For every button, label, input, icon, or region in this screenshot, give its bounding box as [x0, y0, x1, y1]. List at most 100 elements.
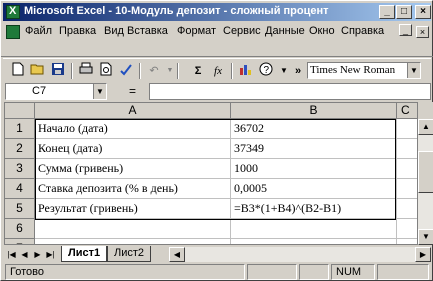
- spelling-icon[interactable]: [117, 62, 135, 80]
- cell-b2[interactable]: 37349: [231, 139, 397, 159]
- toolbar-separator: [1, 56, 433, 57]
- excel-window: Microsoft Excel - 10-Модуль депозит - сл…: [0, 0, 433, 281]
- function-wizard-button[interactable]: fx: [209, 62, 227, 80]
- cell-c2[interactable]: [397, 139, 417, 159]
- first-sheet-icon[interactable]: |◀: [5, 248, 18, 261]
- cell-a4[interactable]: Ставка депозита (% в день): [35, 179, 231, 199]
- column-header-a[interactable]: A: [35, 103, 231, 119]
- row-header[interactable]: 6: [5, 219, 35, 239]
- status-ready: Готово: [5, 264, 245, 280]
- toolbar-divider: [139, 63, 141, 79]
- row-header[interactable]: 4: [5, 179, 35, 199]
- vertical-scrollbar[interactable]: ▲ ▼: [418, 119, 433, 245]
- new-icon[interactable]: [9, 62, 27, 80]
- scroll-left-icon[interactable]: ◀: [169, 247, 185, 262]
- status-empty-2: [299, 264, 329, 280]
- menu-file[interactable]: Файл: [25, 25, 52, 37]
- maximize-button[interactable]: □: [396, 5, 412, 19]
- cell-a6[interactable]: [35, 219, 231, 239]
- formula-equals-button[interactable]: =: [129, 84, 136, 98]
- vertical-split-box[interactable]: [418, 102, 433, 119]
- formula-bar: C7 ▼ =: [3, 83, 431, 100]
- cell-reference: C7: [32, 85, 47, 97]
- sheet-tabs-bar: |◀ ◀ ▶ ▶| Лист1 Лист2 ◀ ▶: [3, 246, 431, 263]
- minimize-button[interactable]: _: [379, 5, 395, 19]
- scroll-thumb[interactable]: [418, 151, 433, 193]
- row-header[interactable]: 3: [5, 159, 35, 179]
- last-sheet-icon[interactable]: ▶|: [44, 248, 57, 261]
- open-icon[interactable]: [29, 62, 47, 80]
- cell-a2[interactable]: Конец (дата): [35, 139, 231, 159]
- print-icon[interactable]: [77, 62, 95, 80]
- menu-insert[interactable]: Вставка: [127, 25, 168, 37]
- row-header[interactable]: 7: [5, 239, 35, 244]
- toolbar-divider: [71, 63, 73, 79]
- status-num: NUM: [331, 264, 375, 280]
- font-name-select[interactable]: Times New Roman ▼: [307, 62, 421, 79]
- workbook-icon[interactable]: [6, 25, 20, 39]
- standard-toolbar: ↶ ▼ Σ fx ? ▼ » Times New Roman ▼: [3, 58, 431, 82]
- status-bar: Готово NUM: [3, 264, 431, 280]
- row-header[interactable]: 2: [5, 139, 35, 159]
- help-icon[interactable]: ?: [257, 62, 275, 80]
- cell-b7[interactable]: [231, 239, 397, 244]
- chart-wizard-icon[interactable]: [237, 62, 255, 80]
- menu-edit[interactable]: Правка: [59, 25, 96, 37]
- cell-c4[interactable]: [397, 179, 417, 199]
- menu-format[interactable]: Формат: [177, 25, 216, 37]
- sheet-tab-1[interactable]: Лист1: [61, 246, 108, 262]
- cell-c1[interactable]: [397, 119, 417, 139]
- print-preview-icon[interactable]: [97, 62, 115, 80]
- cell-b1[interactable]: 36702: [231, 119, 397, 139]
- cell-a5[interactable]: Результат (гривень): [35, 199, 231, 219]
- row-header[interactable]: 1: [5, 119, 35, 139]
- cell-c6[interactable]: [397, 219, 417, 239]
- chevron-down-icon[interactable]: ▼: [407, 63, 420, 78]
- chevron-down-icon[interactable]: ▼: [93, 84, 106, 99]
- menu-bar: Файл Правка Вид Вставка Формат Сервис Да…: [3, 22, 431, 42]
- toolbar-divider: [231, 63, 233, 79]
- font-name-value: Times New Roman: [310, 64, 396, 76]
- cell-b6[interactable]: [231, 219, 397, 239]
- toolbar-divider: [177, 63, 179, 79]
- status-empty-1: [247, 264, 297, 280]
- cell-c3[interactable]: [397, 159, 417, 179]
- formula-input[interactable]: [149, 83, 431, 100]
- cell-a7[interactable]: [35, 239, 231, 244]
- row-header[interactable]: 5: [5, 199, 35, 219]
- worksheet-grid[interactable]: A B C 1 Начало (дата) 36702 2 Конец (дат…: [4, 102, 418, 245]
- cell-c5[interactable]: [397, 199, 417, 219]
- column-header-c[interactable]: C: [397, 103, 417, 119]
- select-all-corner[interactable]: [5, 103, 35, 119]
- cell-a3[interactable]: Сумма (гривень): [35, 159, 231, 179]
- cell-b4[interactable]: 0,0005: [231, 179, 397, 199]
- menu-data[interactable]: Данные: [265, 25, 305, 37]
- more-buttons-icon[interactable]: »: [289, 62, 307, 80]
- menu-tools[interactable]: Сервис: [223, 25, 261, 37]
- menu-window[interactable]: Окно: [309, 25, 335, 37]
- save-icon[interactable]: [49, 62, 67, 80]
- svg-text:?: ?: [264, 65, 270, 76]
- menu-help[interactable]: Справка: [341, 25, 384, 37]
- name-box[interactable]: C7 ▼: [5, 83, 107, 100]
- scroll-right-icon[interactable]: ▶: [415, 247, 431, 262]
- cell-b5[interactable]: =B3*(1+B4)^(B2-B1): [231, 199, 397, 219]
- next-sheet-icon[interactable]: ▶: [31, 248, 44, 261]
- autosum-button[interactable]: Σ: [189, 62, 207, 80]
- cell-b3[interactable]: 1000: [231, 159, 397, 179]
- horizontal-scrollbar[interactable]: ◀ ▶: [169, 247, 431, 262]
- cell-a1[interactable]: Начало (дата): [35, 119, 231, 139]
- excel-app-icon[interactable]: [6, 5, 20, 19]
- menu-view[interactable]: Вид: [104, 25, 124, 37]
- doc-close-button[interactable]: ×: [416, 26, 429, 38]
- sheet-tab-2[interactable]: Лист2: [107, 246, 152, 262]
- doc-minimize-button[interactable]: _: [399, 24, 412, 36]
- scroll-down-icon[interactable]: ▼: [418, 229, 433, 245]
- window-title: Microsoft Excel - 10-Модуль депозит - сл…: [24, 5, 329, 17]
- prev-sheet-icon[interactable]: ◀: [18, 248, 31, 261]
- scroll-up-icon[interactable]: ▲: [418, 119, 433, 135]
- close-button[interactable]: ×: [415, 5, 431, 19]
- title-bar[interactable]: Microsoft Excel - 10-Модуль депозит - сл…: [3, 3, 431, 21]
- column-header-b[interactable]: B: [231, 103, 397, 119]
- status-empty-3: [377, 264, 429, 280]
